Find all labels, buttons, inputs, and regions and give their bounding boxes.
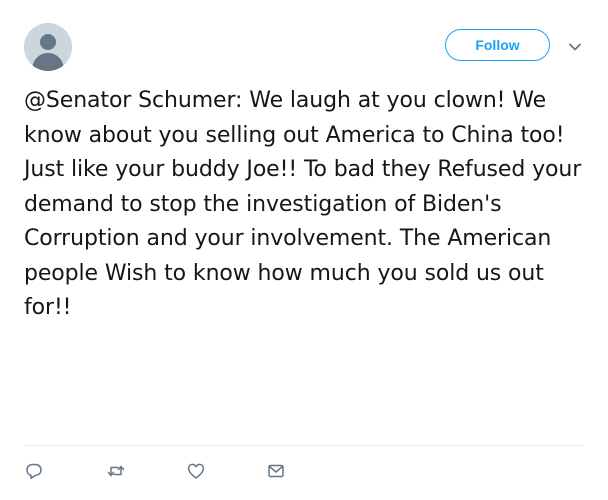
reply-icon[interactable] xyxy=(24,461,44,481)
chevron-down-icon[interactable] xyxy=(566,38,584,56)
divider xyxy=(24,445,584,446)
follow-button[interactable]: Follow xyxy=(445,29,550,61)
retweet-icon[interactable] xyxy=(106,461,126,481)
default-avatar-icon xyxy=(24,23,72,71)
direct-message-icon[interactable] xyxy=(266,461,286,481)
tweet-text: @Senator Schumer: We laugh at you clown!… xyxy=(24,88,582,320)
avatar[interactable] xyxy=(24,23,72,71)
like-icon[interactable] xyxy=(186,461,206,481)
